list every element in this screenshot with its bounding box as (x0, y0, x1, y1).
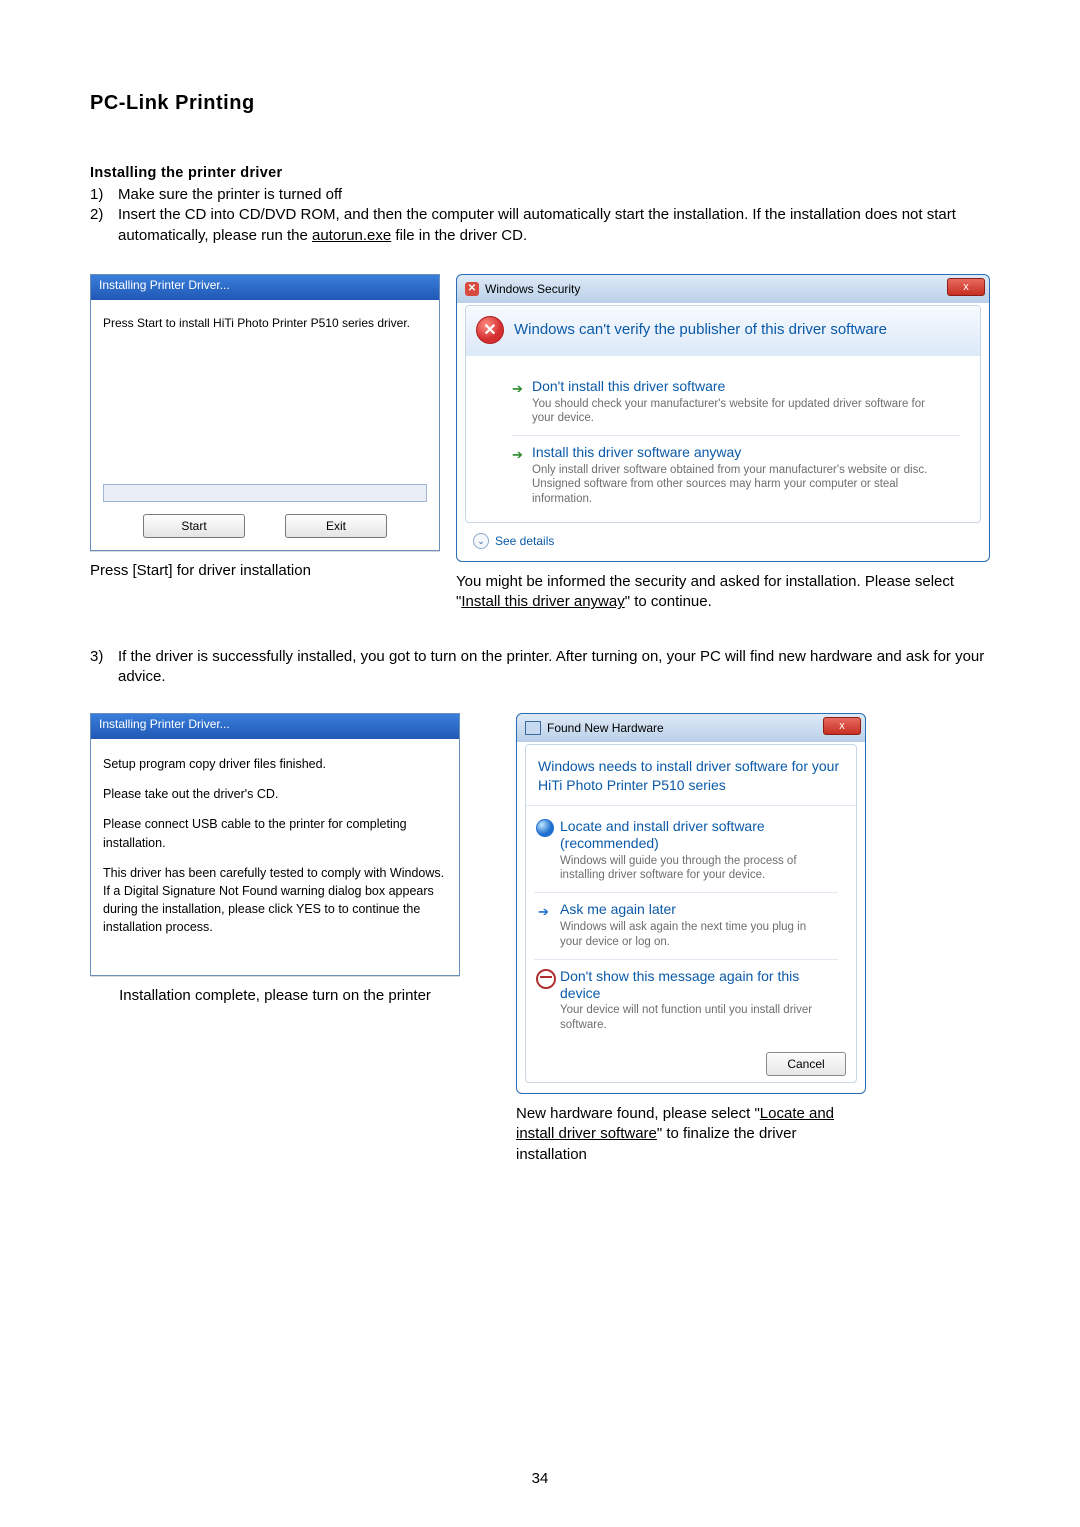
shield-icon: ✕ (476, 316, 504, 344)
option-install-anyway[interactable]: ➔ Install this driver software anyway On… (512, 435, 960, 516)
step-list-b: 3) If the driver is successfully install… (90, 647, 990, 688)
disc-icon (536, 819, 554, 837)
see-details-toggle[interactable]: ⌄ See details (465, 527, 981, 551)
figure-caption: Installation complete, please turn on th… (90, 986, 460, 1006)
exit-button[interactable]: Exit (285, 514, 387, 538)
option-desc: Windows will ask again the next time you… (560, 920, 830, 949)
step-number: 3) (90, 647, 118, 688)
option-title: Don't install this driver software (532, 378, 950, 395)
underline-phrase: Install this driver anyway (461, 593, 624, 610)
option-desc: Only install driver software obtained fr… (532, 463, 950, 506)
found-new-hardware-dialog: Found New Hardware x Windows needs to in… (516, 713, 866, 1094)
option-desc: Windows will guide you through the proce… (560, 854, 830, 883)
progress-bar (103, 484, 427, 502)
page-title: PC-Link Printing (90, 92, 990, 115)
stop-icon (536, 969, 556, 989)
dialog-title: Installing Printer Driver... (91, 714, 459, 739)
figure-caption: You might be informed the security and a… (456, 572, 990, 613)
security-header: Windows can't verify the publisher of th… (514, 321, 887, 338)
shield-mini-icon: ✕ (465, 282, 479, 296)
section-subtitle: Installing the printer driver (90, 165, 990, 181)
option-desc: Your device will not function until you … (560, 1003, 830, 1032)
step-list-a: 1) Make sure the printer is turned off 2… (90, 185, 990, 246)
step-number: 1) (90, 185, 118, 205)
dialog-body: Press Start to install HiTi Photo Printe… (91, 300, 439, 334)
page-number: 34 (0, 1470, 1080, 1487)
option-locate-install[interactable]: Locate and install driver software (reco… (534, 810, 838, 892)
installer-dialog-1: Installing Printer Driver... Press Start… (90, 274, 440, 551)
found-header: Windows needs to install driver software… (526, 745, 856, 806)
cancel-button[interactable]: Cancel (766, 1052, 846, 1076)
step-1: 1) Make sure the printer is turned off (90, 185, 990, 205)
option-title: Locate and install driver software (reco… (560, 818, 830, 852)
arrow-icon: ➔ (538, 904, 549, 920)
step-3: 3) If the driver is successfully install… (90, 647, 990, 688)
hardware-mini-icon (525, 721, 541, 735)
option-title: Don't show this message again for this d… (560, 968, 830, 1002)
option-ask-later[interactable]: ➔ Ask me again later Windows will ask ag… (534, 892, 838, 959)
dialog-title: Windows Security (485, 282, 580, 296)
installer-dialog-2: Installing Printer Driver... Setup progr… (90, 713, 460, 976)
arrow-icon: ➔ (512, 381, 523, 397)
dialog-title: Installing Printer Driver... (91, 275, 439, 300)
option-title: Ask me again later (560, 901, 830, 918)
step-text: Make sure the printer is turned off (118, 185, 990, 205)
option-title: Install this driver software anyway (532, 444, 950, 461)
arrow-icon: ➔ (512, 447, 523, 463)
autorun-filename: autorun.exe (312, 227, 391, 244)
dialog-body: Setup program copy driver files finished… (91, 739, 459, 975)
close-button[interactable]: x (823, 717, 861, 735)
step-text: Insert the CD into CD/DVD ROM, and then … (118, 205, 990, 246)
dialog-title: Found New Hardware (547, 721, 664, 735)
chevron-down-icon: ⌄ (473, 533, 489, 549)
figure-caption: Press [Start] for driver installation (90, 561, 440, 581)
step-number: 2) (90, 205, 118, 246)
windows-security-dialog: ✕ Windows Security x ✕ Windows can't ver… (456, 274, 990, 562)
close-button[interactable]: x (947, 278, 985, 296)
figure-caption: New hardware found, please select "Locat… (516, 1104, 866, 1165)
step-2: 2) Insert the CD into CD/DVD ROM, and th… (90, 205, 990, 246)
start-button[interactable]: Start (143, 514, 245, 538)
step-text: If the driver is successfully installed,… (118, 647, 990, 688)
option-dont-install[interactable]: ➔ Don't install this driver software You… (512, 370, 960, 436)
option-dont-show[interactable]: Don't show this message again for this d… (534, 959, 838, 1042)
option-desc: You should check your manufacturer's web… (532, 397, 950, 426)
